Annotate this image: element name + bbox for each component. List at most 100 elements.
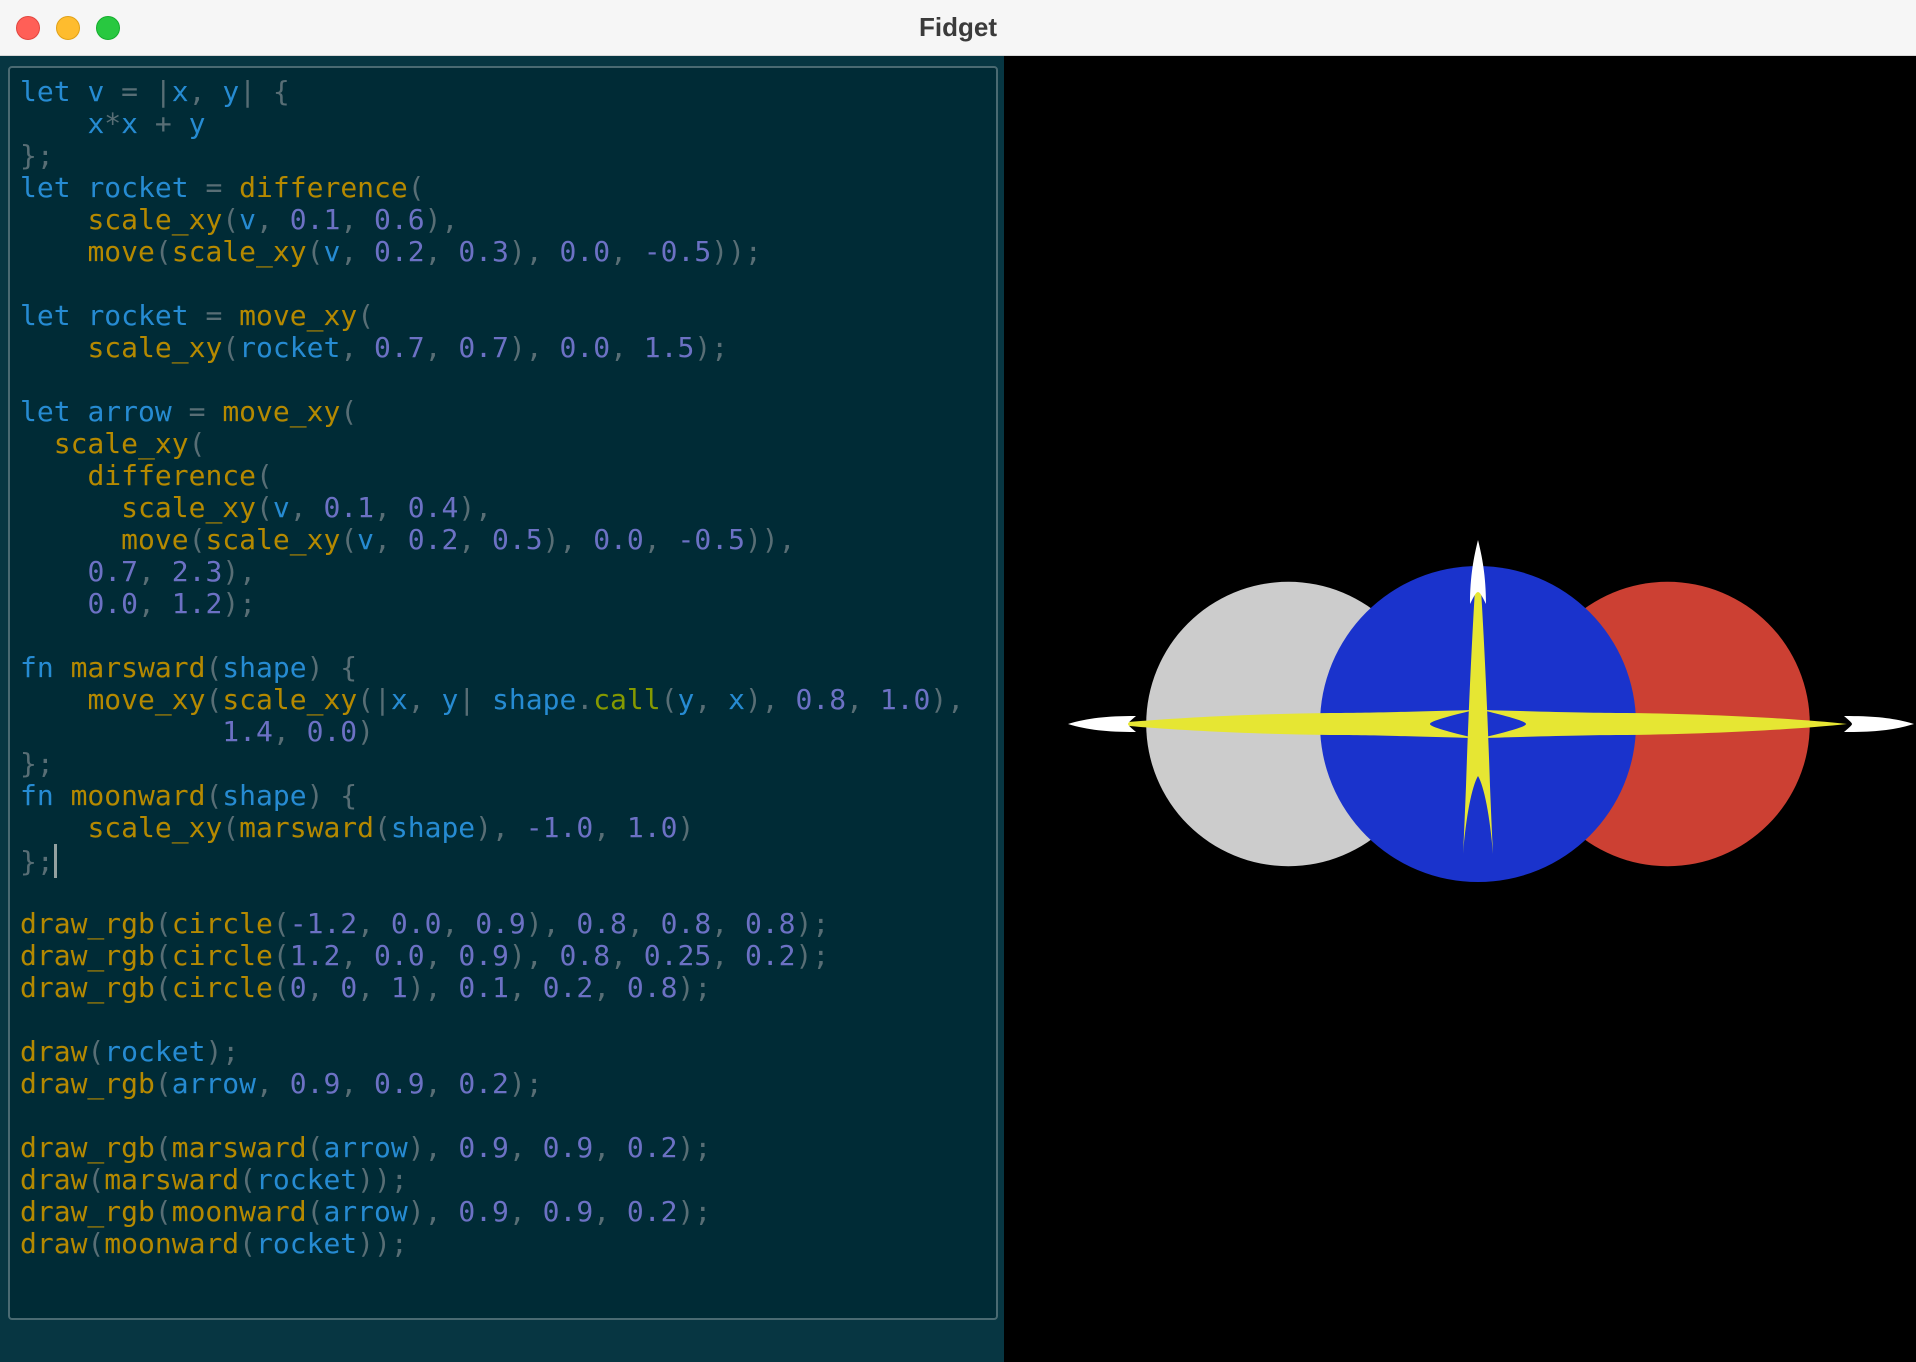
code-line: let arrow = move_xy( <box>20 396 964 428</box>
code-token: ( <box>188 427 206 460</box>
code-token: 0.5 <box>492 523 543 556</box>
code-token: draw <box>20 1227 88 1260</box>
code-line: scale_xy(v, 0.1, 0.6), <box>20 204 964 236</box>
code-token: ( <box>340 523 358 556</box>
code-token: ( <box>272 907 290 940</box>
code-line: x*x + y <box>20 108 964 140</box>
code-token: marsward <box>239 811 375 844</box>
code-token: , <box>340 235 375 268</box>
code-text[interactable]: let v = |x, y| { x*x + y}; let rocket = d… <box>20 76 964 1260</box>
code-token: let <box>20 75 88 108</box>
code-token: x <box>728 683 745 716</box>
code-token: move <box>121 523 189 556</box>
code-token: ( <box>154 235 172 268</box>
code-token: 0.8 <box>744 907 796 940</box>
code-token: 0.25 <box>643 939 712 972</box>
code-line: 1.4, 0.0) <box>20 716 964 748</box>
code-token: marsward <box>171 1131 307 1164</box>
code-token: ) { <box>306 651 358 684</box>
code-editor[interactable]: let v = |x, y| { x*x + y}; let rocket = d… <box>8 66 998 1320</box>
code-token: 1.2 <box>289 939 341 972</box>
code-token: 0.1 <box>289 203 341 236</box>
code-token: ); <box>677 971 712 1004</box>
code-token: ( <box>239 1227 257 1260</box>
code-token: ( <box>154 1131 172 1164</box>
code-token: 0.0 <box>374 939 425 972</box>
code-line: scale_xy(v, 0.1, 0.4), <box>20 492 964 524</box>
code-token: }; <box>20 139 54 172</box>
code-token: 0.9 <box>542 1131 594 1164</box>
code-token: 0.2 <box>458 1067 509 1100</box>
code-token: scale_xy <box>171 235 307 268</box>
code-token: moonward <box>104 1227 240 1260</box>
code-token: , <box>593 811 627 844</box>
code-token: ( <box>87 1163 105 1196</box>
code-token: 0.9 <box>458 1131 509 1164</box>
code-token: y <box>441 683 459 716</box>
code-token: draw_rgb <box>20 1067 155 1100</box>
code-token: , <box>138 555 172 588</box>
code-token: 0.2 <box>626 1131 678 1164</box>
code-token: , <box>846 683 880 716</box>
code-line: move_xy(scale_xy(|x, y| shape.call(y, x)… <box>20 684 964 716</box>
code-token: moonward <box>171 1195 307 1228</box>
code-token: arrow <box>323 1131 408 1164</box>
code-token: , <box>424 235 459 268</box>
code-line: fn moonward(shape) { <box>20 780 964 812</box>
code-token: , <box>424 1067 459 1100</box>
code-token: , <box>424 939 459 972</box>
code-token: ), <box>458 491 493 524</box>
code-token: shape <box>492 683 577 716</box>
code-line: move(scale_xy(v, 0.2, 0.3), 0.0, -0.5)); <box>20 236 964 268</box>
code-token: 0.0 <box>87 587 139 620</box>
code-token: 0.8 <box>626 971 678 1004</box>
code-token: | { <box>239 75 290 108</box>
code-token: let <box>20 299 88 332</box>
code-token: ( <box>272 971 290 1004</box>
code-line: draw_rgb(marsward(arrow), 0.9, 0.9, 0.2)… <box>20 1132 964 1164</box>
code-token: }; <box>20 845 54 878</box>
code-token: -1.2 <box>289 907 358 940</box>
code-token: )); <box>357 1227 408 1260</box>
code-token: -0.5 <box>677 523 745 556</box>
code-token: ); <box>694 331 729 364</box>
code-token: x <box>171 75 189 108</box>
title-bar: Fidget <box>0 0 1916 56</box>
code-token: ( <box>188 523 206 556</box>
code-line: move(scale_xy(v, 0.2, 0.5), 0.0, -0.5)), <box>20 524 964 556</box>
code-token: ( <box>374 811 391 844</box>
window-title: Fidget <box>919 12 997 42</box>
code-token: draw <box>20 1163 88 1196</box>
code-token: 0.7 <box>458 331 509 364</box>
code-token: 0.0 <box>306 715 358 748</box>
code-line: scale_xy(rocket, 0.7, 0.7), 0.0, 1.5); <box>20 332 964 364</box>
code-token: , <box>441 907 476 940</box>
code-line: }; <box>20 844 964 878</box>
code-token: 0.8 <box>559 939 611 972</box>
code-token: 0.2 <box>744 939 796 972</box>
code-token: 1.5 <box>643 331 695 364</box>
code-token: = <box>188 299 240 332</box>
code-token: , <box>138 587 172 620</box>
code-token: scale_xy <box>121 491 257 524</box>
code-token: ), <box>508 235 560 268</box>
code-token: 0.6 <box>374 203 425 236</box>
code-token: 0.2 <box>407 523 459 556</box>
rocket-moonward <box>1068 716 1136 732</box>
code-token: , <box>272 715 307 748</box>
code-token: ( <box>340 395 358 428</box>
code-token: , <box>711 907 745 940</box>
code-token: -1.0 <box>525 811 594 844</box>
code-token: (| <box>357 683 391 716</box>
code-token: difference <box>87 459 257 492</box>
code-token: ); <box>677 1131 712 1164</box>
code-token: shape <box>390 811 476 844</box>
